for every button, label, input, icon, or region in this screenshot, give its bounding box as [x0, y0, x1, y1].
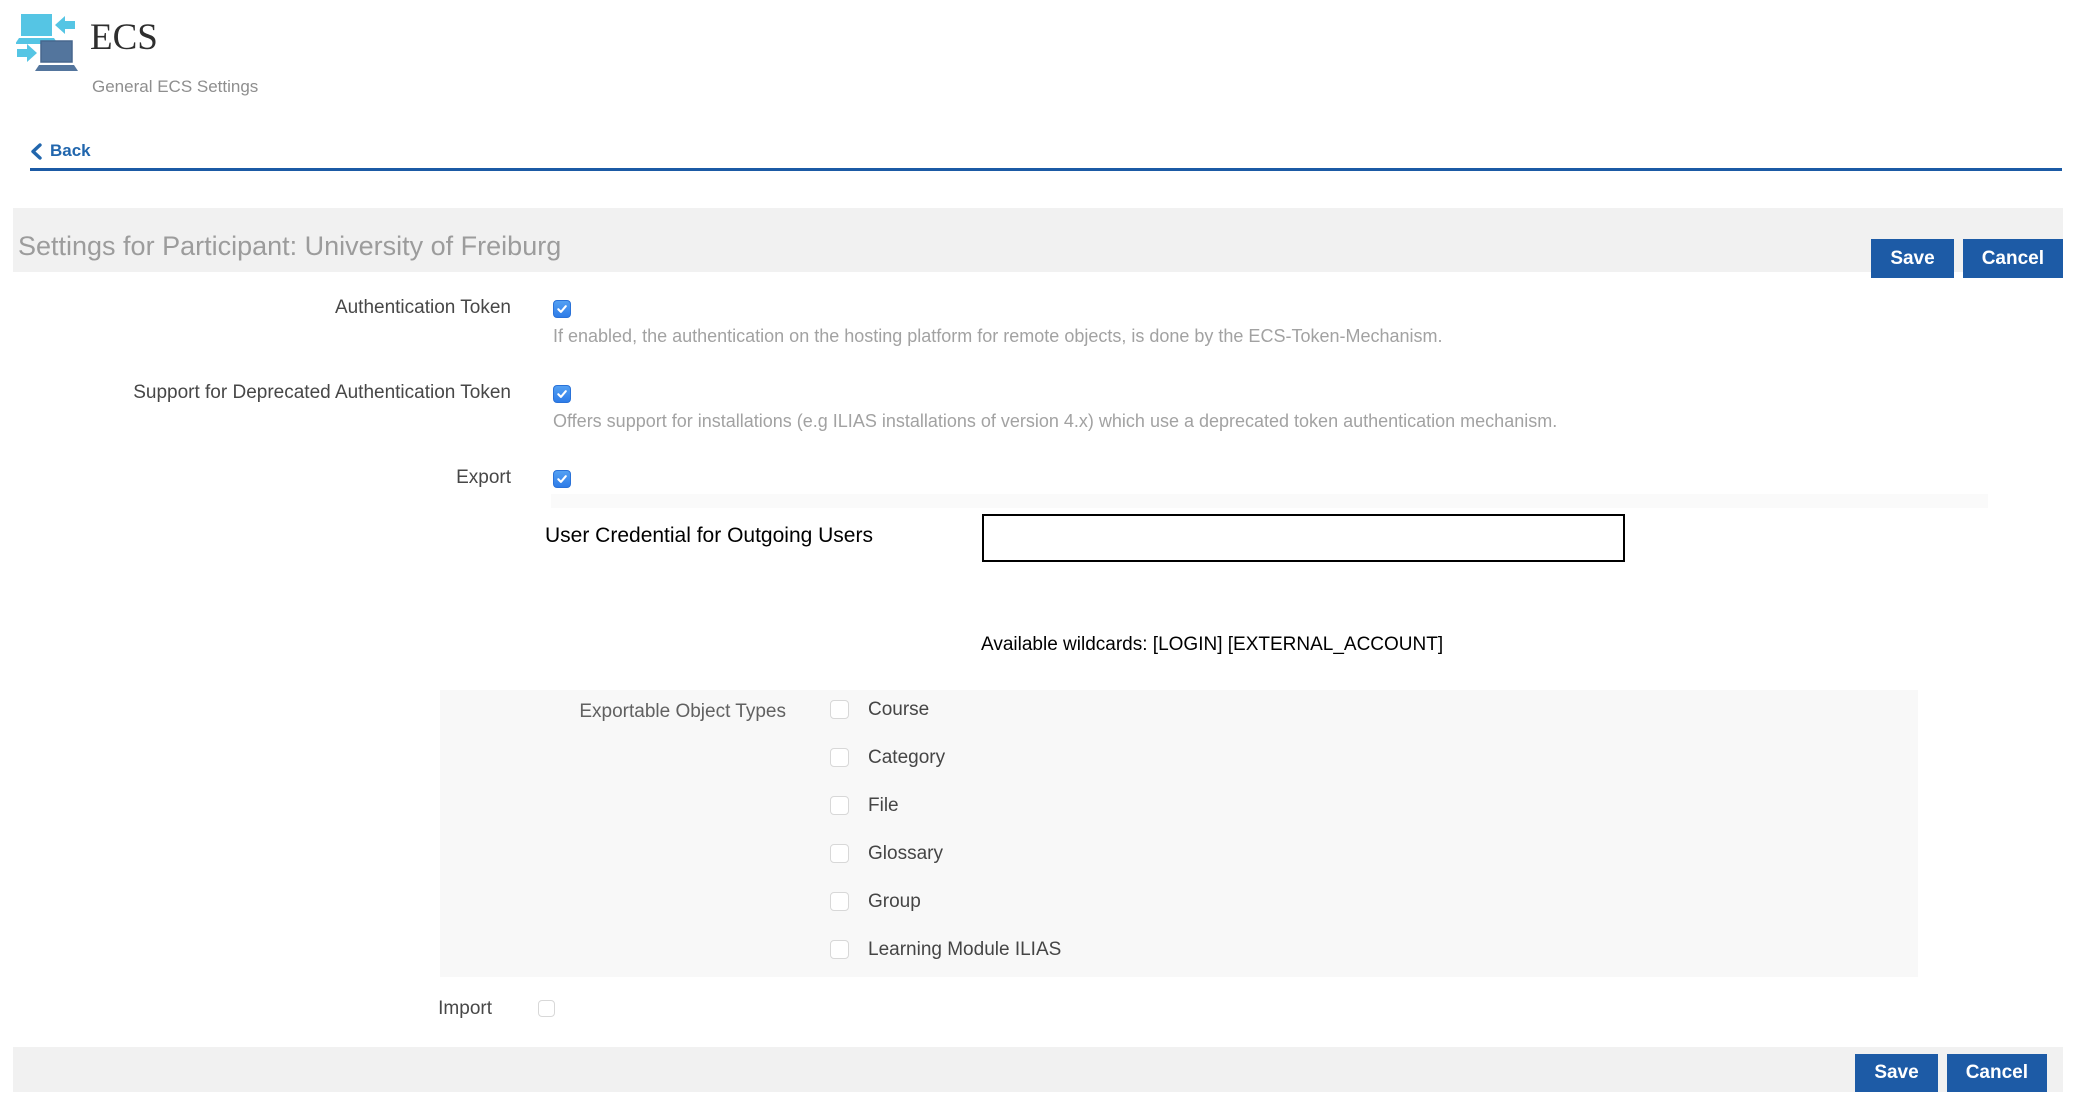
- export-checkbox[interactable]: [553, 470, 571, 488]
- type-group-label: Group: [868, 891, 921, 913]
- type-file-label: File: [868, 795, 899, 817]
- back-link[interactable]: Back: [30, 141, 91, 161]
- back-label: Back: [50, 141, 91, 161]
- user-credential-label: User Credential for Outgoing Users: [545, 524, 873, 548]
- auth-token-label: Authentication Token: [0, 297, 511, 319]
- app-title: ECS: [90, 16, 158, 59]
- ecs-settings-page: ECS General ECS Settings Back Settings f…: [0, 0, 2076, 1120]
- export-subform-strip: [551, 494, 1988, 508]
- save-button-bottom[interactable]: Save: [1855, 1054, 1937, 1092]
- chevron-left-icon: [30, 143, 43, 160]
- app-subtitle: General ECS Settings: [92, 77, 258, 97]
- type-category-checkbox[interactable]: [830, 748, 849, 767]
- type-course-checkbox[interactable]: [830, 700, 849, 719]
- header-divider: [30, 168, 2062, 171]
- deprecated-token-checkbox[interactable]: [553, 385, 571, 403]
- type-group-checkbox[interactable]: [830, 892, 849, 911]
- import-checkbox[interactable]: [538, 1000, 555, 1017]
- panel-title: Settings for Participant: University of …: [18, 231, 561, 262]
- type-learning-module-label: Learning Module ILIAS: [868, 939, 1061, 961]
- check-icon: [556, 303, 568, 315]
- panel-header: Settings for Participant: University of …: [13, 208, 2063, 272]
- exportable-types-label: Exportable Object Types: [460, 701, 786, 723]
- check-icon: [556, 473, 568, 485]
- import-label: Import: [0, 998, 492, 1020]
- type-glossary-label: Glossary: [868, 843, 943, 865]
- cancel-button-top[interactable]: Cancel: [1963, 239, 2063, 278]
- wildcards-help-line1: Available wildcards: [LOGIN] [EXTERNAL_A…: [981, 631, 1496, 659]
- type-learning-module-checkbox[interactable]: [830, 940, 849, 959]
- type-category-label: Category: [868, 747, 945, 769]
- export-label: Export: [0, 467, 511, 489]
- type-course-label: Course: [868, 699, 929, 721]
- save-button-top[interactable]: Save: [1871, 239, 1953, 278]
- deprecated-token-label: Support for Deprecated Authentication To…: [0, 382, 511, 404]
- type-glossary-checkbox[interactable]: [830, 844, 849, 863]
- cancel-button-bottom[interactable]: Cancel: [1947, 1054, 2047, 1092]
- exportable-types-block: [440, 690, 1918, 977]
- auth-token-checkbox[interactable]: [553, 300, 571, 318]
- check-icon: [556, 388, 568, 400]
- footer-bar: [13, 1047, 2063, 1092]
- ecs-logo-icon: [16, 8, 78, 72]
- deprecated-token-help: Offers support for installations (e.g IL…: [553, 411, 1557, 432]
- type-file-checkbox[interactable]: [830, 796, 849, 815]
- auth-token-help: If enabled, the authentication on the ho…: [553, 326, 1443, 347]
- user-credential-input[interactable]: [982, 514, 1625, 562]
